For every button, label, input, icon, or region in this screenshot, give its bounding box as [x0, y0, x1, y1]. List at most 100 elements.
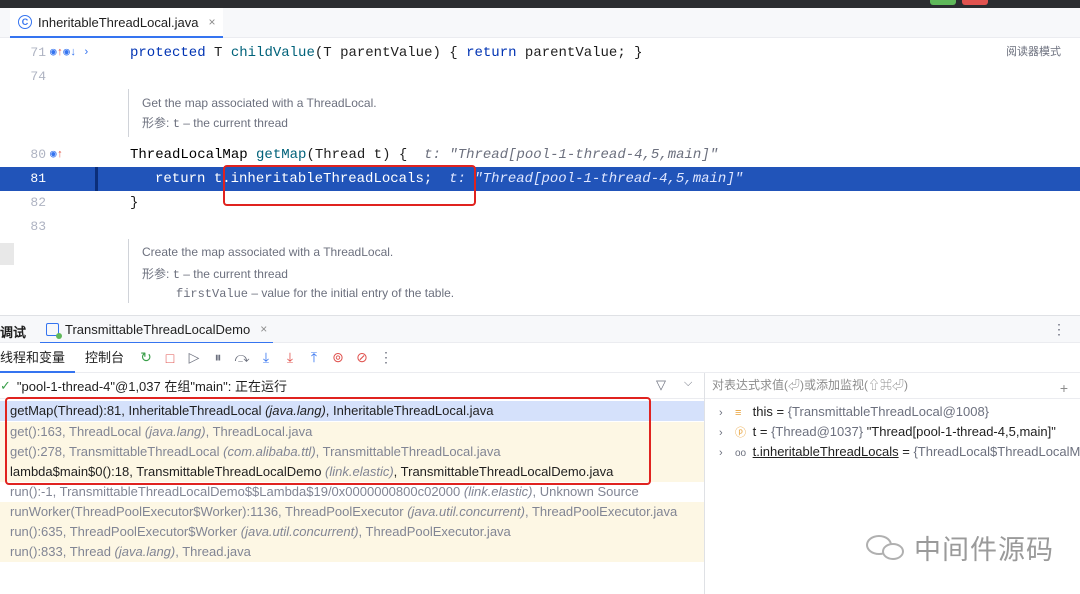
javadoc-block: Get the map associated with a ThreadLoca…	[142, 93, 377, 134]
code-token: T	[205, 45, 231, 61]
doc-summary: Get the map associated with a ThreadLoca…	[142, 96, 377, 110]
doc-param-label: 形参:	[142, 267, 170, 281]
frame-method: run():-1, TransmittableThreadLocalDemo$$…	[10, 484, 464, 499]
inline-debug-hint: t: "Thread[pool-1-thread-4,5,main]"	[432, 171, 744, 187]
variable-row[interactable]: › oo t.inheritableThreadLocals = {ThreadL…	[705, 442, 1080, 462]
code-line: 83	[0, 215, 1080, 239]
rerun-icon[interactable]: ↻	[134, 346, 158, 370]
frame-method: run():833, Thread	[10, 544, 115, 559]
run-config-label: TransmittableThreadLocalDemo	[65, 321, 251, 337]
watch-icon: oo	[735, 448, 747, 459]
code-token: return	[155, 171, 206, 187]
execution-line: 81 return t.inheritableThreadLocals; t: …	[0, 167, 1080, 191]
stop-indicator[interactable]	[962, 0, 988, 5]
stop-icon[interactable]: □	[158, 346, 182, 370]
override-icon[interactable]: ◉↑	[50, 143, 63, 167]
frame-package: (java.util.concurrent)	[240, 524, 359, 539]
stack-frame[interactable]: run():833, Thread (java.lang), Thread.ja…	[0, 542, 704, 562]
code-editor[interactable]: 阅读器模式 71 ◉↑◉↓ › protected T childValue(T…	[0, 38, 1080, 315]
watermark-text: 中间件源码	[914, 535, 1054, 565]
step-out-icon[interactable]: ⤒	[302, 346, 326, 370]
doc-param: t	[172, 268, 180, 282]
gutter-strip	[0, 243, 14, 265]
step-into-icon[interactable]: ⤓	[254, 346, 278, 370]
code-line: 82 }	[0, 191, 1080, 215]
expand-icon[interactable]: ›	[719, 403, 735, 422]
javadoc-block: Create the map associated with a ThreadL…	[142, 243, 454, 303]
expand-icon[interactable]: ›	[719, 443, 735, 462]
variable-value: {Thread@1037}	[771, 424, 867, 439]
run-indicator[interactable]	[930, 0, 956, 5]
run-config-tab[interactable]: TransmittableThreadLocalDemo ×	[40, 316, 274, 344]
code-line: 71 ◉↑◉↓ › protected T childValue(T paren…	[0, 41, 1080, 65]
chevron-down-icon[interactable]: ⌵	[684, 377, 692, 390]
add-watch-icon[interactable]: +	[1060, 376, 1068, 398]
tab-console[interactable]: 控制台	[75, 343, 134, 373]
pause-icon[interactable]: ⏸	[206, 346, 230, 370]
close-icon[interactable]: ×	[208, 15, 215, 29]
close-icon[interactable]: ×	[260, 322, 267, 336]
stack-frame[interactable]: run():635, ThreadPoolExecutor$Worker (ja…	[0, 522, 704, 542]
stack-frame[interactable]: runWorker(ThreadPoolExecutor$Worker):113…	[0, 502, 704, 522]
code-token: return	[466, 45, 517, 61]
line-number: 71	[30, 45, 46, 60]
variable-row[interactable]: › ⓟ t = {Thread@1037} "Thread[pool-1-thre…	[705, 422, 1080, 442]
class-icon: C	[18, 15, 32, 29]
frame-package: (java.lang)	[114, 544, 176, 559]
doc-param-desc: – value for the initial entry of the tab…	[248, 286, 455, 300]
tab-threads-variables[interactable]: 线程和变量	[0, 343, 76, 373]
file-tab[interactable]: C InheritableThreadLocal.java ×	[10, 8, 224, 38]
stack-frame[interactable]: run():-1, TransmittableThreadLocalDemo$$…	[0, 482, 704, 502]
variable-eq: =	[772, 404, 788, 419]
variable-row[interactable]: › ≡ this = {TransmittableThreadLocal@1008…	[705, 402, 1080, 422]
annotation-box-code	[223, 165, 476, 206]
check-icon: ✓	[0, 377, 11, 393]
watermark: 中间件源码	[866, 528, 1054, 567]
force-step-into-icon[interactable]: ⤓	[278, 346, 302, 370]
frame-file: , Unknown Source	[532, 484, 639, 499]
frame-file: , Thread.java	[175, 544, 251, 559]
override-icon[interactable]: ◉↑◉↓ ›	[50, 41, 90, 65]
thread-label: "pool-1-thread-4"@1,037 在组"main": 正在运行	[16, 379, 287, 394]
code-token: }	[130, 195, 139, 211]
line-number: 82	[30, 195, 46, 210]
doc-param: firstValue	[176, 287, 249, 301]
doc-bar	[128, 239, 129, 303]
step-over-icon[interactable]: ⤼	[230, 346, 254, 370]
more-icon[interactable]: ⋮	[374, 346, 398, 370]
line-number: 83	[30, 219, 46, 234]
expand-icon[interactable]: ›	[719, 423, 735, 442]
variable-value: {TransmittableThreadLocal@1008}	[787, 404, 990, 419]
frame-method: runWorker(ThreadPoolExecutor$Worker):113…	[10, 504, 408, 519]
wechat-logo-icon	[866, 533, 906, 563]
variable-name: this	[752, 404, 773, 419]
doc-param-desc: – the current thread	[179, 116, 288, 130]
doc-param: t	[172, 117, 180, 131]
evaluate-expression-input[interactable]: 对表达式求值(⏎)或添加监视(⇧⌘⏎) +	[705, 373, 1080, 399]
variable-eq: =	[756, 424, 772, 439]
code-token: protected	[130, 45, 206, 61]
annotation-box-frames	[5, 397, 651, 485]
doc-param-desc: – the current thread	[179, 267, 288, 281]
variable-eq: =	[898, 444, 914, 459]
window-top-bar	[0, 0, 1080, 8]
resume-icon[interactable]: ▷	[182, 346, 206, 370]
doc-bar	[128, 89, 129, 137]
more-options-icon[interactable]: ⋮	[1052, 321, 1066, 338]
variable-value: {ThreadLocal$ThreadLocalMap@1062}	[913, 444, 1080, 459]
view-breakpoints-icon[interactable]: ⊚	[326, 346, 350, 370]
evaluate-placeholder: 对表达式求值(⏎)或添加监视(⇧⌘⏎)	[712, 378, 908, 392]
filter-icon[interactable]: ▽	[656, 377, 666, 393]
variable-name: t.inheritableThreadLocals	[752, 444, 899, 459]
doc-summary: Create the map associated with a ThreadL…	[142, 245, 394, 259]
code-token: childValue	[230, 45, 315, 61]
code-line: 74	[0, 65, 1080, 89]
editor-tab-bar: C InheritableThreadLocal.java ×	[0, 8, 1080, 38]
frame-file: , ThreadPoolExecutor.java	[524, 504, 678, 519]
mute-breakpoints-icon[interactable]: ⊘	[350, 346, 374, 370]
code-token: ThreadLocalMap	[130, 147, 257, 163]
thread-selector[interactable]: ✓ "pool-1-thread-4"@1,037 在组"main": 正在运行…	[0, 373, 704, 399]
line-number: 80	[30, 147, 46, 162]
file-tab-label: InheritableThreadLocal.java	[38, 14, 199, 30]
frame-package: (java.util.concurrent)	[407, 504, 525, 519]
